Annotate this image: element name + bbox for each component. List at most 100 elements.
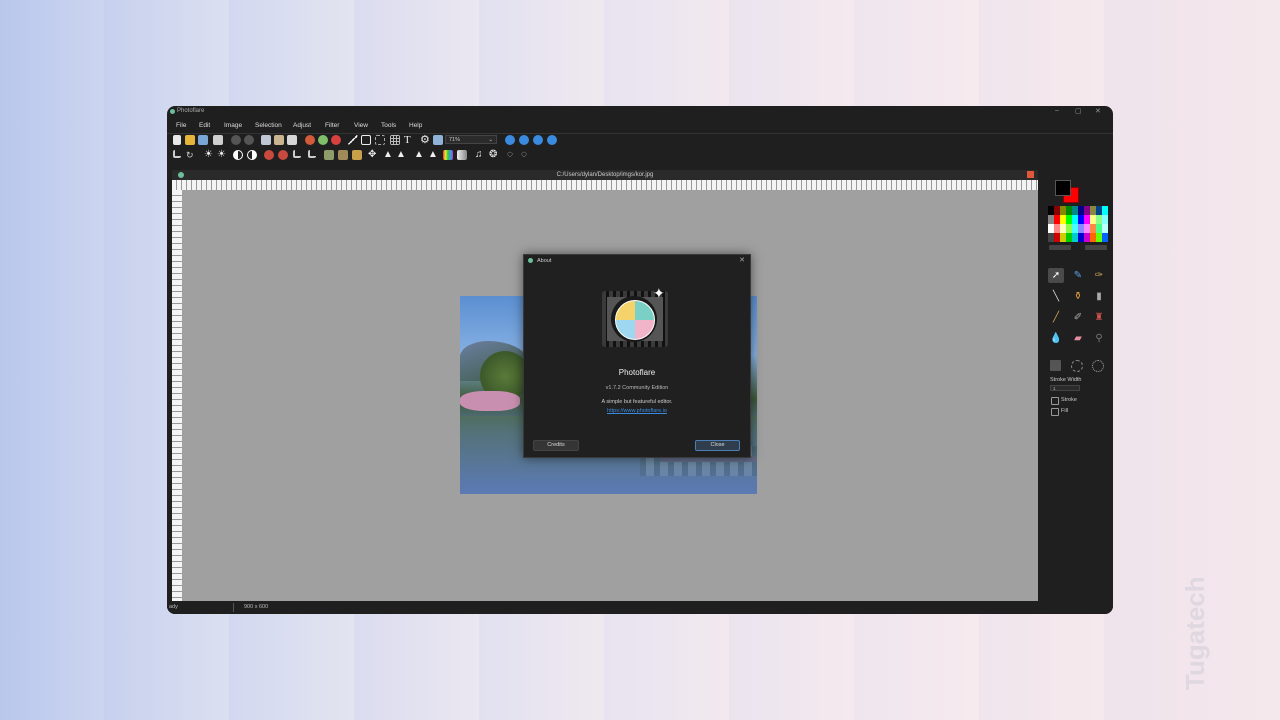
zoom-actual-icon[interactable]	[547, 135, 557, 145]
app-window: Photoflare – ▢ ✕ File Edit Image Selecti…	[167, 106, 1113, 614]
zoom-out-icon[interactable]	[519, 135, 529, 145]
text-icon[interactable]: T	[404, 135, 414, 146]
horizontal-ruler	[172, 180, 1038, 190]
close-window-button[interactable]: ✕	[1095, 107, 1101, 115]
status-bar: ady 900 x 600	[167, 602, 1113, 614]
copy-icon[interactable]	[261, 135, 271, 145]
stroke-width-input[interactable]: 1	[1050, 385, 1080, 391]
tool-magic-wand[interactable]: ⚲	[1091, 331, 1107, 346]
credits-button[interactable]: Credits	[533, 440, 579, 451]
menu-file[interactable]: File	[176, 122, 186, 129]
menu-help[interactable]: Help	[409, 122, 422, 129]
color-bars-icon[interactable]	[443, 150, 453, 160]
red-filter-icon[interactable]	[264, 150, 274, 160]
brightness-icon[interactable]: ☀	[204, 150, 214, 160]
stroke-checkbox[interactable]	[1051, 397, 1059, 405]
menu-image[interactable]: Image	[224, 122, 242, 129]
rotate-left-icon[interactable]	[173, 150, 181, 158]
select-lasso-icon[interactable]	[1092, 360, 1104, 372]
new-file-icon[interactable]	[173, 135, 181, 145]
colorize-icon[interactable]	[318, 135, 328, 145]
dialog-tagline: A simple but featureful editor.	[601, 399, 673, 405]
headphones-icon[interactable]: ♫	[475, 150, 485, 160]
levels-icon[interactable]	[457, 150, 467, 160]
menu-edit[interactable]: Edit	[199, 122, 210, 129]
palette-next-button[interactable]	[1085, 245, 1107, 250]
menu-view[interactable]: View	[354, 122, 368, 129]
tool-eraser[interactable]: ▰	[1070, 331, 1086, 346]
palette-prev-button[interactable]	[1049, 245, 1071, 250]
status-text: ady	[169, 604, 178, 610]
sharpen-icon[interactable]	[352, 150, 362, 160]
dialog-app-name: Photoflare	[618, 368, 656, 377]
dialog-title: About	[537, 258, 552, 264]
minimize-button[interactable]: –	[1055, 107, 1059, 114]
tool-spray[interactable]: ▮	[1091, 289, 1107, 304]
rotate-right-icon[interactable]: ↻	[186, 150, 196, 160]
red-filter-alt-icon[interactable]	[278, 150, 288, 160]
logo-puzzle-icon	[615, 300, 655, 340]
resize-icon[interactable]	[375, 135, 385, 145]
stroke-width-label: Stroke Width	[1050, 377, 1082, 383]
fill-checkbox[interactable]	[1051, 408, 1059, 416]
tool-blur[interactable]: 💧	[1048, 331, 1064, 346]
color-palette-row2[interactable]	[1048, 215, 1108, 224]
redo-icon[interactable]	[244, 135, 254, 145]
triangle-outline-icon[interactable]: ▲	[414, 150, 424, 160]
menu-tools[interactable]: Tools	[381, 122, 396, 129]
maximize-button[interactable]: ▢	[1075, 107, 1082, 115]
crop-icon[interactable]	[361, 135, 371, 145]
color-palette-icon[interactable]	[305, 135, 315, 145]
select-rectangle-icon[interactable]	[1050, 360, 1061, 371]
paste-new-icon[interactable]	[287, 135, 297, 145]
tool-line[interactable]: ╲	[1048, 289, 1064, 304]
print-icon[interactable]	[213, 135, 223, 145]
tool-paint-bucket[interactable]: ⚱	[1070, 289, 1086, 304]
move-icon[interactable]: ✥	[368, 150, 378, 160]
settings-icon[interactable]: ⚙	[420, 135, 430, 146]
close-button[interactable]: Close	[695, 440, 740, 451]
emboss-icon[interactable]	[338, 150, 348, 160]
dialog-website-link[interactable]: https://www.photoflare.io	[524, 408, 750, 414]
document-icon	[178, 172, 184, 178]
menu-adjust[interactable]: Adjust	[293, 122, 311, 129]
tool-smudge[interactable]: ✐	[1070, 310, 1086, 325]
line-icon[interactable]	[348, 135, 358, 145]
oil-paint-icon[interactable]	[324, 150, 334, 160]
menu-filter[interactable]: Filter	[325, 122, 339, 129]
triangle-alt-icon[interactable]: ▲	[396, 150, 406, 160]
flip-vertical-icon[interactable]	[308, 150, 316, 158]
tool-picker[interactable]: ✑	[1091, 268, 1107, 283]
grid-icon[interactable]	[390, 135, 400, 145]
zoom-fit-icon[interactable]	[533, 135, 543, 145]
paste-icon[interactable]	[274, 135, 284, 145]
select-ellipse-icon[interactable]	[1071, 360, 1083, 372]
tool-pointer[interactable]: ➚	[1048, 268, 1064, 283]
color-palette-row3[interactable]	[1048, 224, 1108, 233]
invert-icon[interactable]	[233, 150, 243, 160]
flip-horizontal-icon[interactable]	[293, 150, 301, 158]
tool-stamp[interactable]: ♜	[1091, 310, 1107, 325]
circle-rotate-alt-icon[interactable]: ◌	[521, 150, 531, 160]
tool-pen[interactable]: ✎	[1070, 268, 1086, 283]
sepia-icon[interactable]: ❂	[489, 150, 499, 160]
tool-brush[interactable]: ╱	[1048, 310, 1064, 325]
menu-selection[interactable]: Selection	[255, 122, 282, 129]
effects-icon[interactable]	[331, 135, 341, 145]
save-icon[interactable]	[198, 135, 208, 145]
dialog-titlebar: About ✕	[524, 255, 750, 267]
triangle-icon[interactable]: ▲	[383, 150, 393, 160]
contrast-icon[interactable]: ☀	[217, 150, 227, 160]
color-palette-row4[interactable]	[1048, 233, 1108, 242]
zoom-in-icon[interactable]	[505, 135, 515, 145]
image-properties-icon[interactable]	[433, 135, 443, 145]
primary-color-swatch[interactable]	[1055, 180, 1071, 196]
grayscale-icon[interactable]	[247, 150, 257, 160]
dialog-close-icon[interactable]: ✕	[739, 256, 745, 264]
zoom-select[interactable]: 71% ⌄	[445, 135, 497, 144]
circle-rotate-icon[interactable]: ◌	[507, 150, 517, 160]
document-close-icon[interactable]	[1027, 171, 1034, 178]
triangle-outline-alt-icon[interactable]: ▲	[428, 150, 438, 160]
open-folder-icon[interactable]	[185, 135, 195, 145]
undo-icon[interactable]	[231, 135, 241, 145]
